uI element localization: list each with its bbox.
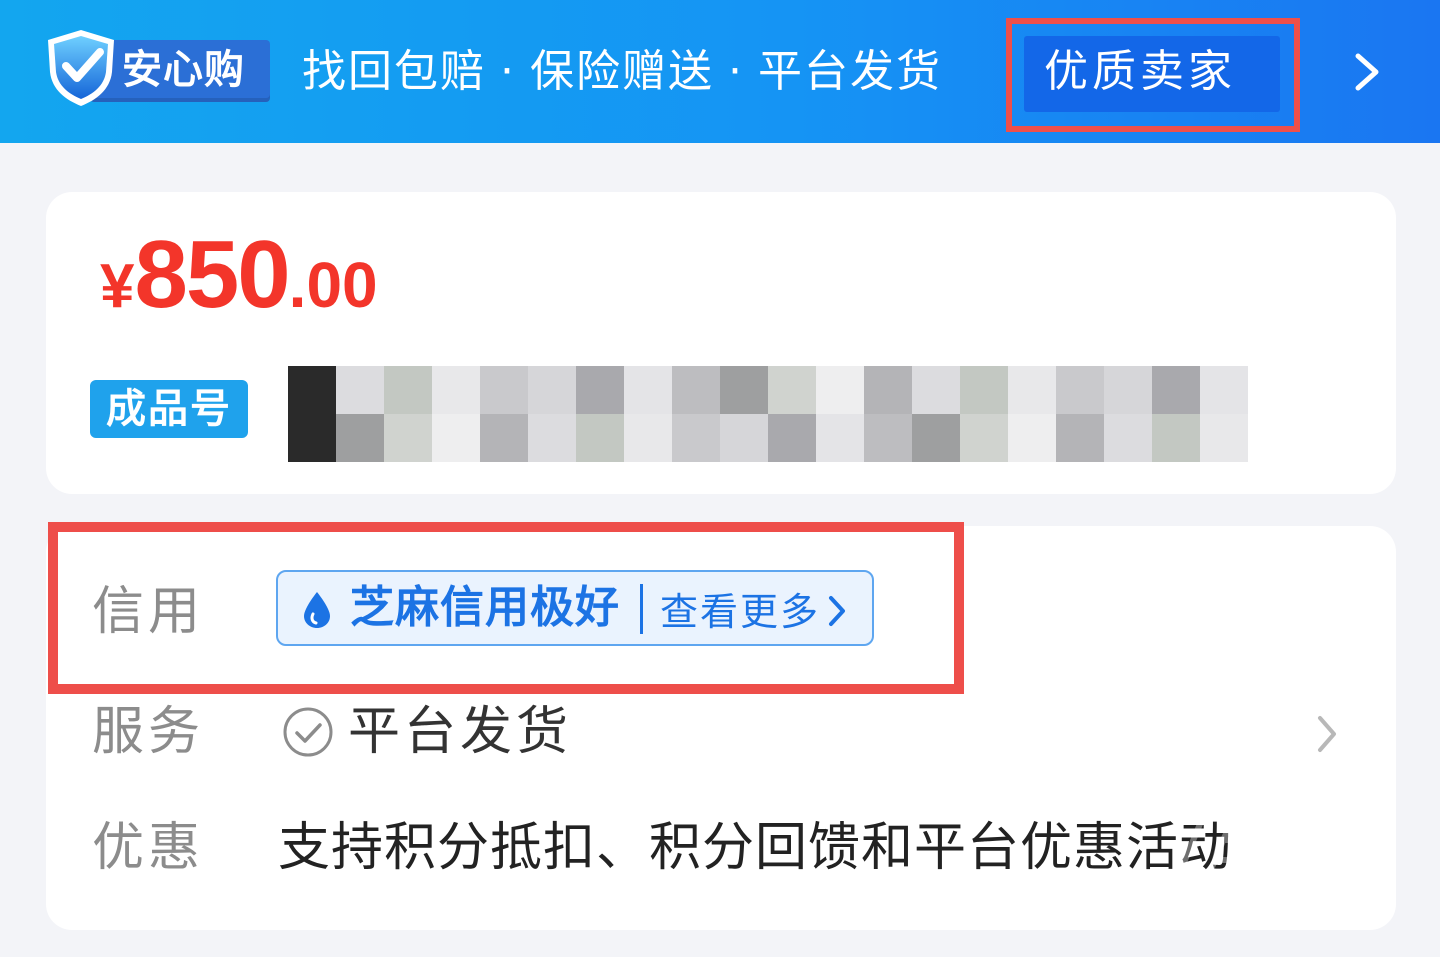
mosaic-cell xyxy=(288,366,336,414)
feature-item: 找回包赔 xyxy=(302,46,486,97)
mosaic-cell xyxy=(336,414,384,462)
banner-features: 找回包赔 · 保险赠送 · 平台发货 xyxy=(302,44,942,100)
mosaic-cell xyxy=(528,414,576,462)
mosaic-cell xyxy=(720,366,768,414)
service-label: 服务 xyxy=(92,702,205,762)
mosaic-cell xyxy=(1200,414,1248,462)
mosaic-cell xyxy=(336,366,384,414)
service-value: 平台发货 xyxy=(348,702,573,762)
mosaic-cell xyxy=(1104,414,1152,462)
seller-highlight-box xyxy=(1006,18,1300,132)
chevron-right-icon[interactable] xyxy=(1314,714,1340,754)
chevron-right-icon[interactable] xyxy=(1348,52,1384,92)
mosaic-cell xyxy=(864,414,912,462)
watermark-logo-icon xyxy=(1155,797,1364,923)
feature-separator: · xyxy=(728,46,744,97)
price-integer: 850 xyxy=(134,221,290,328)
product-tag: 成品号 xyxy=(90,380,248,438)
mosaic-cell xyxy=(1008,366,1056,414)
badge-label: 安心购 xyxy=(122,47,245,93)
mosaic-cell xyxy=(1104,366,1152,414)
mosaic-cell xyxy=(1200,366,1248,414)
mosaic-cell xyxy=(768,366,816,414)
mosaic-cell xyxy=(912,366,960,414)
feature-item: 平台发货 xyxy=(758,46,942,97)
price: ¥850.00 xyxy=(100,220,378,330)
price-decimal: .00 xyxy=(288,249,378,321)
feature-separator: · xyxy=(500,46,516,97)
mosaic-cell xyxy=(624,366,672,414)
mosaic-cell xyxy=(384,414,432,462)
mosaic-cell xyxy=(528,366,576,414)
credit-highlight-box xyxy=(48,522,964,694)
mosaic-cell xyxy=(864,366,912,414)
mosaic-cell xyxy=(432,414,480,462)
mosaic-cell xyxy=(480,366,528,414)
mosaic-cell xyxy=(1152,414,1200,462)
mosaic-cell xyxy=(480,414,528,462)
shield-check-icon xyxy=(48,30,114,106)
mosaic-cell xyxy=(672,366,720,414)
mosaic-cell xyxy=(816,366,864,414)
mosaic-cell xyxy=(288,414,336,462)
mosaic-cell xyxy=(960,366,1008,414)
mosaic-cell xyxy=(912,414,960,462)
mosaic-cell xyxy=(1152,366,1200,414)
mosaic-cell xyxy=(816,414,864,462)
mosaic-cell xyxy=(1056,366,1104,414)
currency-symbol: ¥ xyxy=(100,252,135,321)
mosaic-cell xyxy=(1056,414,1104,462)
anxin-badge: 安心购 xyxy=(44,28,270,106)
mosaic-cell xyxy=(720,414,768,462)
promo-value: 支持积分抵扣、积分回馈和平台优惠活动 xyxy=(278,818,1233,878)
mosaic-cell xyxy=(576,366,624,414)
mosaic-cell xyxy=(1008,414,1056,462)
obscured-title xyxy=(288,366,1248,462)
mosaic-cell xyxy=(624,414,672,462)
mosaic-cell xyxy=(384,366,432,414)
mosaic-cell xyxy=(672,414,720,462)
mosaic-cell xyxy=(960,414,1008,462)
mosaic-cell xyxy=(576,414,624,462)
check-circle-icon xyxy=(283,707,333,757)
feature-item: 保险赠送 xyxy=(530,46,714,97)
promo-label: 优惠 xyxy=(92,818,205,878)
mosaic-cell xyxy=(768,414,816,462)
mosaic-cell xyxy=(432,366,480,414)
